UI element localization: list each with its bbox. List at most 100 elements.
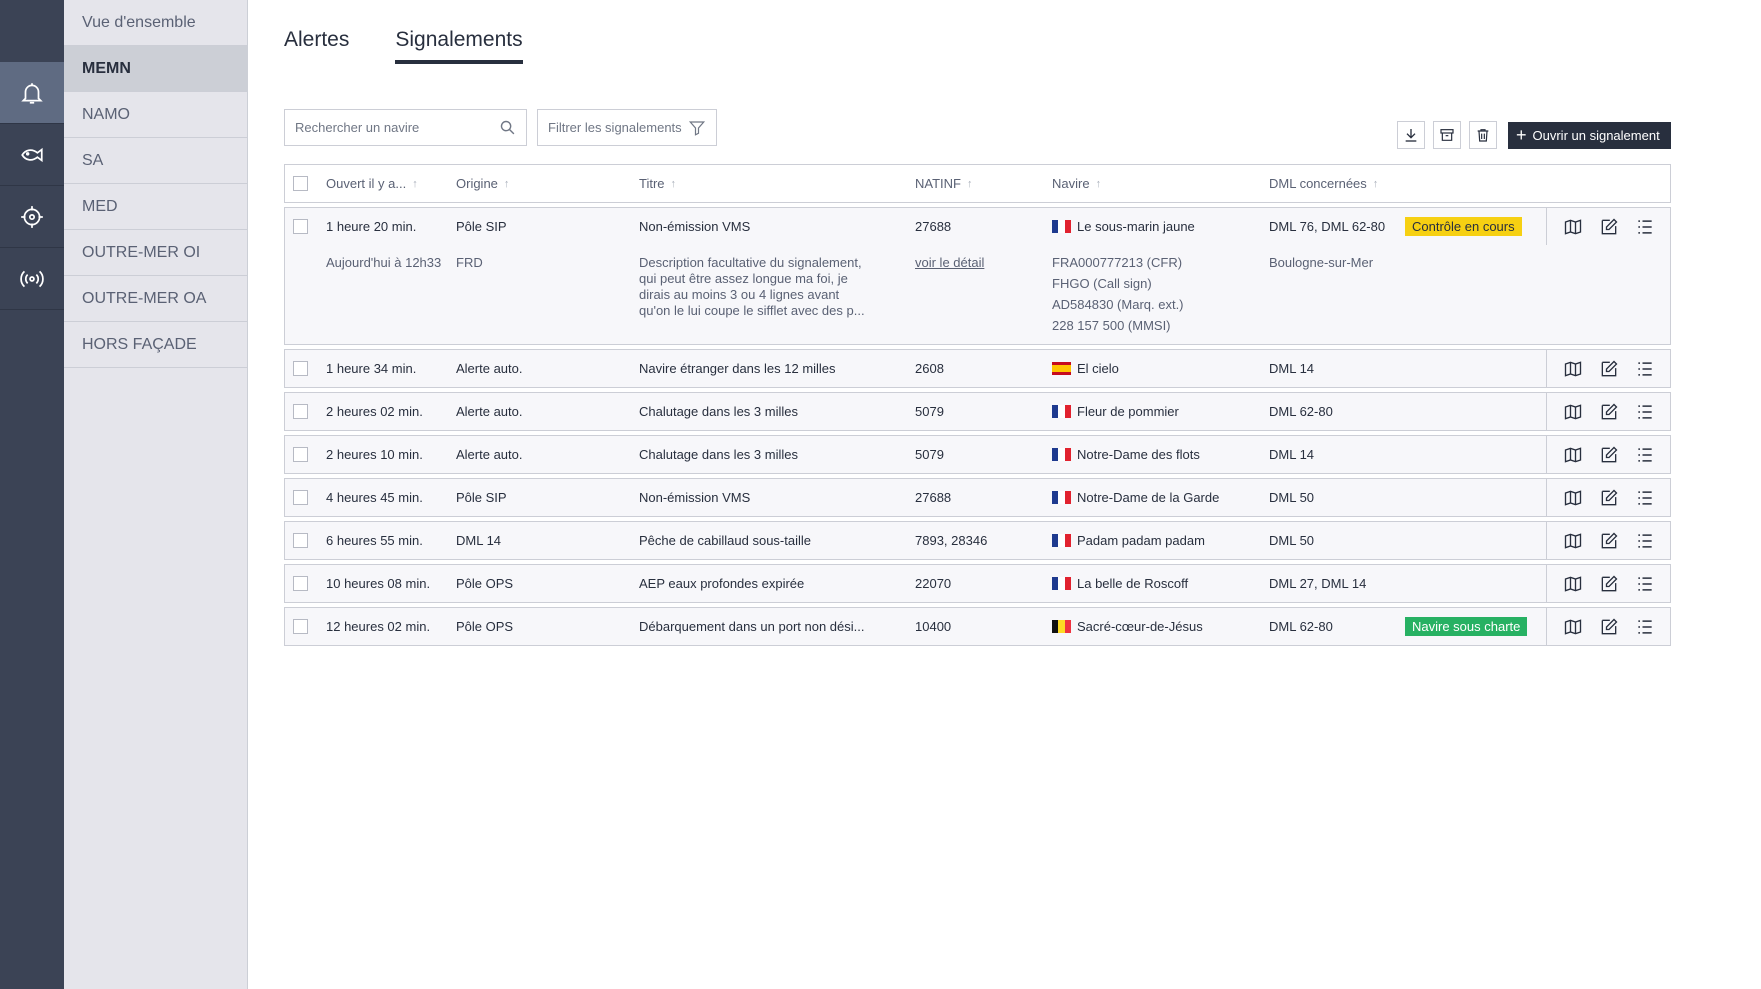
list-icon[interactable] [1635,217,1655,237]
search-input[interactable]: Rechercher un navire [284,109,527,146]
edit-icon[interactable] [1599,531,1619,551]
rail-fishing[interactable] [0,124,64,186]
download-icon [1405,129,1417,142]
rail-alerts[interactable] [0,62,64,124]
map-icon[interactable] [1563,445,1583,465]
row-vessel: Fleur de pommier [1052,393,1179,430]
map-icon[interactable] [1563,617,1583,637]
submenu-item-outre-mer-oa[interactable]: OUTRE-MER OA [64,276,247,322]
map-icon[interactable] [1563,531,1583,551]
detail-link-cell: voir le détail [915,255,984,271]
submenu-item-sa[interactable]: SA [64,138,247,184]
map-icon[interactable] [1563,217,1583,237]
table-row[interactable]: 6 heures 55 min. DML 14 Pêche de cabilla… [284,521,1671,560]
submenu-item-namo[interactable]: NAMO [64,92,247,138]
filter-toolbar: Rechercher un navire Filtrer les signale… [284,109,717,146]
rail-control[interactable] [0,186,64,248]
column-natinf[interactable]: NATINF ↑ [915,165,972,202]
row-checkbox[interactable] [293,361,308,376]
edit-icon[interactable] [1599,488,1619,508]
row-checkbox[interactable] [293,619,308,634]
list-icon[interactable] [1635,574,1655,594]
edit-icon[interactable] [1599,217,1619,237]
rail-beacons[interactable] [0,248,64,310]
row-opened: 1 heure 34 min. [326,361,417,376]
download-button[interactable] [1397,121,1425,149]
see-detail-link[interactable]: voir le détail [915,255,984,270]
edit-icon[interactable] [1599,617,1619,637]
submenu-item-outre-mer-oi[interactable]: OUTRE-MER OI [64,230,247,276]
row-dml: DML 14 [1269,447,1315,462]
tab-reports[interactable]: Signalements [395,28,523,64]
list-icon[interactable] [1635,445,1655,465]
delete-button[interactable] [1469,121,1497,149]
status-badge: Contrôle en cours [1405,217,1522,236]
detail-identifiers: FRA000777213 (CFR) FHGO (Call sign) AD5848… [1052,255,1184,333]
row-natinf: 5079 [915,404,944,419]
row-checkbox[interactable] [293,404,308,419]
edit-icon[interactable] [1599,574,1619,594]
table-row[interactable]: 12 heures 02 min. Pôle OPS Débarquement … [284,607,1671,646]
column-dml[interactable]: DML concernées ↑ [1269,165,1378,202]
row-dml: DML 76, DML 62-80 [1269,219,1386,234]
list-icon[interactable] [1635,531,1655,551]
row-title: Navire étranger dans les 12 milles [639,361,836,376]
column-opened[interactable]: Ouvert il y a... ↑ [326,165,418,202]
map-icon[interactable] [1563,574,1583,594]
submenu-item-med[interactable]: MED [64,184,247,230]
row-title: Chalutage dans les 3 milles [639,404,798,419]
row-dml: DML 14 [1269,361,1315,376]
row-checkbox[interactable] [293,576,308,591]
edit-icon[interactable] [1599,402,1619,422]
row-dml: DML 62-80 [1269,619,1333,634]
row-title: Non-émission VMS [639,490,751,505]
select-all-checkbox[interactable] [293,176,308,191]
row-checkbox[interactable] [293,447,308,462]
row-natinf: 7893, 28346 [915,533,988,548]
map-icon[interactable] [1563,488,1583,508]
row-badge-cell: Contrôle en cours [1405,208,1522,245]
edit-icon[interactable] [1599,445,1619,465]
row-dml: DML 50 [1269,533,1315,548]
reports-table: Ouvert il y a... ↑ Origine ↑ Titre ↑ NATINF… [284,164,1671,646]
column-origin[interactable]: Origine ↑ [456,165,509,202]
row-title: Chalutage dans les 3 milles [639,447,798,462]
table-row[interactable]: 2 heures 02 min. Alerte auto. Chalutage … [284,392,1671,431]
map-icon[interactable] [1563,402,1583,422]
sort-arrow-icon: ↑ [1095,177,1102,190]
list-icon[interactable] [1635,359,1655,379]
row-dml: DML 27, DML 14 [1269,576,1367,591]
submenu-item-memn[interactable]: MEMN [64,46,247,92]
row-title: Débarquement dans un port non dési... [639,619,865,634]
column-title[interactable]: Titre ↑ [639,165,676,202]
table-row[interactable]: 10 heures 08 min. Pôle OPS AEP eaux prof… [284,564,1671,603]
map-icon[interactable] [1563,359,1583,379]
table-row[interactable]: 4 heures 45 min. Pôle SIP Non-émission V… [284,478,1671,517]
column-vessel[interactable]: Navire ↑ [1052,165,1101,202]
row-natinf: 10400 [915,619,952,634]
archive-button[interactable] [1433,121,1461,149]
table-body: 1 heure 20 min. Pôle SIP Non-émission VM… [284,207,1671,646]
flag-icon [1052,577,1071,590]
row-origin: Alerte auto. [456,404,523,419]
submenu-item-overview[interactable]: Vue d'ensemble [64,0,247,46]
list-icon[interactable] [1635,488,1655,508]
table-row[interactable]: 1 heure 20 min. Pôle SIP Non-émission VM… [284,207,1671,246]
row-origin: Pôle OPS [456,619,514,634]
edit-icon[interactable] [1599,359,1619,379]
row-actions [1546,436,1671,473]
submenu-item-hors-facade[interactable]: HORS FAÇADE [64,322,247,368]
row-checkbox[interactable] [293,219,308,234]
row-vessel: La belle de Roscoff [1052,565,1188,602]
open-report-button[interactable]: + Ouvrir un signalement [1508,121,1671,149]
row-checkbox[interactable] [293,490,308,505]
row-checkbox[interactable] [293,533,308,548]
list-icon[interactable] [1635,402,1655,422]
table-row[interactable]: 1 heure 34 min. Alerte auto. Navire étra… [284,349,1671,388]
filter-button[interactable]: Filtrer les signalements [537,109,717,146]
list-icon[interactable] [1635,617,1655,637]
row-vessel: Padam padam padam [1052,522,1205,559]
tab-alerts[interactable]: Alertes [284,28,349,64]
status-badge: Navire sous charte [1405,617,1528,636]
table-row[interactable]: 2 heures 10 min. Alerte auto. Chalutage … [284,435,1671,474]
